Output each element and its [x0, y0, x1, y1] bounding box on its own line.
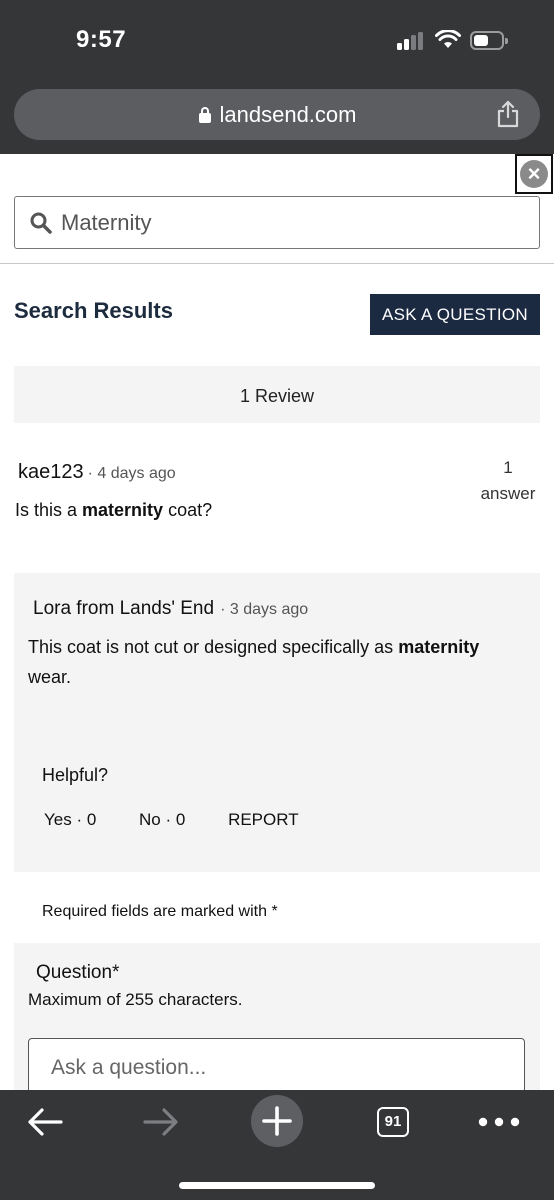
back-button[interactable]	[22, 1100, 68, 1144]
question-text-highlight: maternity	[82, 500, 164, 520]
status-time: 9:57	[76, 26, 127, 53]
search-box[interactable]	[14, 196, 540, 249]
more-dots-icon	[478, 1117, 520, 1127]
question-date: · 4 days ago	[87, 465, 176, 482]
cellular-signal-icon	[397, 32, 425, 50]
question-field-label: Question*	[36, 962, 120, 983]
page-title: Search Results	[14, 298, 173, 323]
close-icon: ×	[520, 160, 548, 188]
answer-author: Lora from Lands' End · 3 days ago	[33, 598, 308, 620]
answer-count-label: answer	[480, 484, 536, 503]
tabs-icon: 91	[377, 1107, 409, 1137]
tabs-button[interactable]: 91	[373, 1100, 413, 1144]
vote-yes-button[interactable]: Yes · 0	[44, 810, 96, 829]
browser-top-bar: 9:57 landsend.com	[0, 0, 554, 154]
answer-card: Lora from Lands' End · 3 days ago This co…	[14, 573, 540, 872]
answer-count-number: 1	[503, 458, 513, 477]
answer-count[interactable]: 1 answer	[470, 455, 546, 507]
answer-text-end: wear.	[28, 667, 72, 687]
back-arrow-icon	[28, 1108, 63, 1136]
ask-question-button[interactable]: ASK A QUESTION	[370, 294, 540, 335]
question-text: Is this a maternity coat?	[15, 500, 212, 521]
url-bar[interactable]: landsend.com	[14, 89, 540, 140]
answer-text-highlight: maternity	[398, 637, 480, 657]
plus-icon	[262, 1106, 292, 1136]
lock-icon	[198, 107, 212, 123]
question-text-end: coat?	[163, 500, 213, 520]
report-button[interactable]: REPORT	[228, 810, 299, 829]
answer-username: Lora from Lands' End	[33, 598, 215, 619]
battery-icon	[470, 31, 508, 50]
search-icon	[30, 212, 52, 234]
forward-arrow-icon	[143, 1108, 178, 1136]
question-text-start: Is this a	[15, 500, 83, 520]
question-username: kae123	[18, 461, 84, 483]
more-button[interactable]	[476, 1100, 522, 1144]
required-fields-note: Required fields are marked with *	[42, 903, 278, 920]
vote-no-button[interactable]: No · 0	[139, 810, 185, 829]
wifi-icon	[435, 30, 461, 48]
divider	[0, 263, 554, 264]
helpful-label: Helpful?	[42, 765, 109, 785]
forward-button[interactable]	[138, 1100, 184, 1144]
max-chars-hint: Maximum of 255 characters.	[28, 990, 243, 1009]
new-tab-button[interactable]	[251, 1095, 303, 1147]
vote-row: Yes · 0 No · 0 REPORT	[44, 810, 337, 830]
question-author: kae123 · 4 days ago	[18, 461, 176, 484]
search-input[interactable]	[61, 207, 521, 239]
question-input[interactable]	[28, 1038, 525, 1098]
close-button[interactable]: ×	[515, 154, 553, 194]
answer-date: · 3 days ago	[220, 601, 309, 618]
share-icon[interactable]	[496, 100, 520, 128]
review-count-band: 1 Review	[14, 366, 540, 423]
home-indicator	[179, 1182, 375, 1189]
review-count: 1 Review	[239, 386, 315, 406]
url-text: landsend.com	[219, 102, 357, 127]
answer-text-start: This coat is not cut or designed specifi…	[28, 637, 399, 657]
answer-text: This coat is not cut or designed specifi…	[28, 632, 498, 692]
question-form: Question* Maximum of 255 characters.	[14, 943, 540, 1103]
